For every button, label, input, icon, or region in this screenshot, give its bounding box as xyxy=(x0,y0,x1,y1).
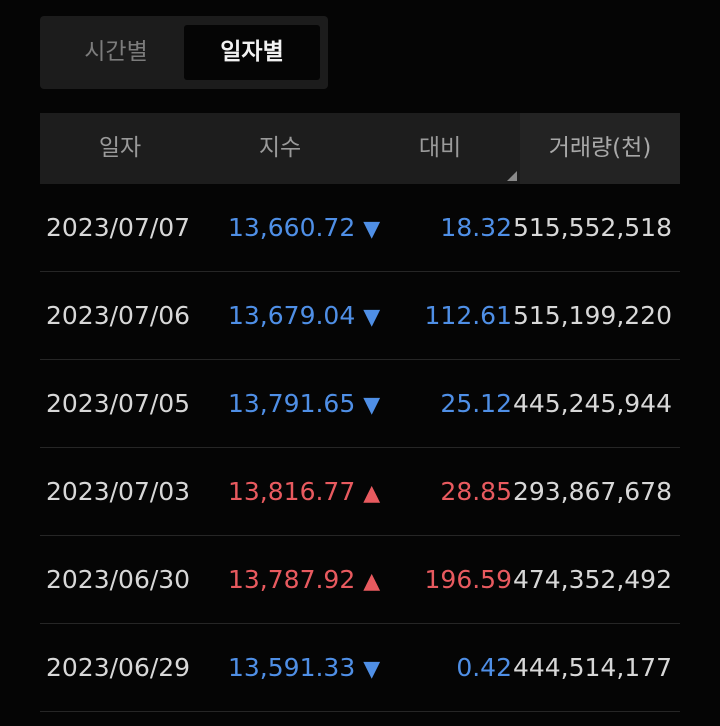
table-row[interactable]: 2023/07/06 13,679.04 ▼ 112.61 515,199,220 xyxy=(40,272,680,360)
up-triangle-icon: ▲ xyxy=(363,481,381,506)
down-triangle-icon: ▼ xyxy=(363,305,381,330)
table-body: 2023/07/07 13,660.72 ▼ 18.32 515,552,518 2023… xyxy=(40,184,680,712)
row-index: 13,791.65 ▼ xyxy=(228,360,380,447)
table-header: 일자 지수 대비 거래량(천) xyxy=(40,113,680,184)
row-date: 2023/07/07 xyxy=(46,213,191,242)
down-triangle-icon: ▼ xyxy=(363,217,381,242)
row-index-value: 13,591.33 xyxy=(228,653,356,682)
row-index: 13,591.33 ▼ xyxy=(228,624,380,711)
row-change: 0.42 xyxy=(456,653,512,682)
row-date: 2023/07/03 xyxy=(46,477,191,506)
row-index-value: 13,660.72 xyxy=(228,213,356,242)
row-index-value: 13,816.77 xyxy=(228,477,356,506)
row-change: 28.85 xyxy=(440,477,512,506)
row-change: 112.61 xyxy=(424,301,512,330)
period-tab-group: 시간별 일자별 xyxy=(40,16,328,89)
row-date: 2023/06/30 xyxy=(46,565,191,594)
up-triangle-icon: ▲ xyxy=(363,569,381,594)
table-row[interactable]: 2023/07/03 13,816.77 ▲ 28.85 293,867,678 xyxy=(40,448,680,536)
table-row[interactable]: 2023/07/07 13,660.72 ▼ 18.32 515,552,518 xyxy=(40,184,680,272)
row-date: 2023/06/29 xyxy=(46,653,191,682)
row-volume: 515,552,518 xyxy=(512,213,672,242)
row-volume: 474,352,492 xyxy=(512,565,672,594)
row-date: 2023/07/05 xyxy=(46,389,191,418)
row-index: 13,816.77 ▲ xyxy=(228,448,380,535)
header-index: 지수 xyxy=(258,135,302,161)
header-volume[interactable]: 거래량(천) xyxy=(520,113,680,184)
row-volume: 293,867,678 xyxy=(512,477,672,506)
header-date: 일자 xyxy=(98,135,142,161)
row-volume: 515,199,220 xyxy=(512,301,672,330)
row-change: 18.32 xyxy=(440,213,512,242)
down-triangle-icon: ▼ xyxy=(363,393,381,418)
sort-corner-icon xyxy=(507,171,517,181)
table-row[interactable]: 2023/06/29 13,591.33 ▼ 0.42 444,514,177 xyxy=(40,624,680,712)
row-index-value: 13,791.65 xyxy=(228,389,356,418)
row-volume: 445,245,944 xyxy=(512,389,672,418)
row-index-value: 13,787.92 xyxy=(228,565,356,594)
table-row[interactable]: 2023/06/30 13,787.92 ▲ 196.59 474,352,492 xyxy=(40,536,680,624)
row-index-value: 13,679.04 xyxy=(228,301,356,330)
index-daily-table: 일자 지수 대비 거래량(천) 2023/07/07 13,660.72 ▼ 18.3… xyxy=(40,113,680,712)
row-index: 13,679.04 ▼ xyxy=(228,272,380,359)
row-change: 196.59 xyxy=(424,565,512,594)
header-change: 대비 xyxy=(418,135,462,161)
row-index: 13,660.72 ▼ xyxy=(228,184,380,271)
row-volume: 444,514,177 xyxy=(512,653,672,682)
row-index: 13,787.92 ▲ xyxy=(228,536,380,623)
row-change: 25.12 xyxy=(440,389,512,418)
down-triangle-icon: ▼ xyxy=(363,657,381,682)
row-date: 2023/07/06 xyxy=(46,301,191,330)
table-row[interactable]: 2023/07/05 13,791.65 ▼ 25.12 445,245,944 xyxy=(40,360,680,448)
tab-hourly[interactable]: 시간별 xyxy=(52,25,180,80)
tab-daily[interactable]: 일자별 xyxy=(184,25,320,80)
